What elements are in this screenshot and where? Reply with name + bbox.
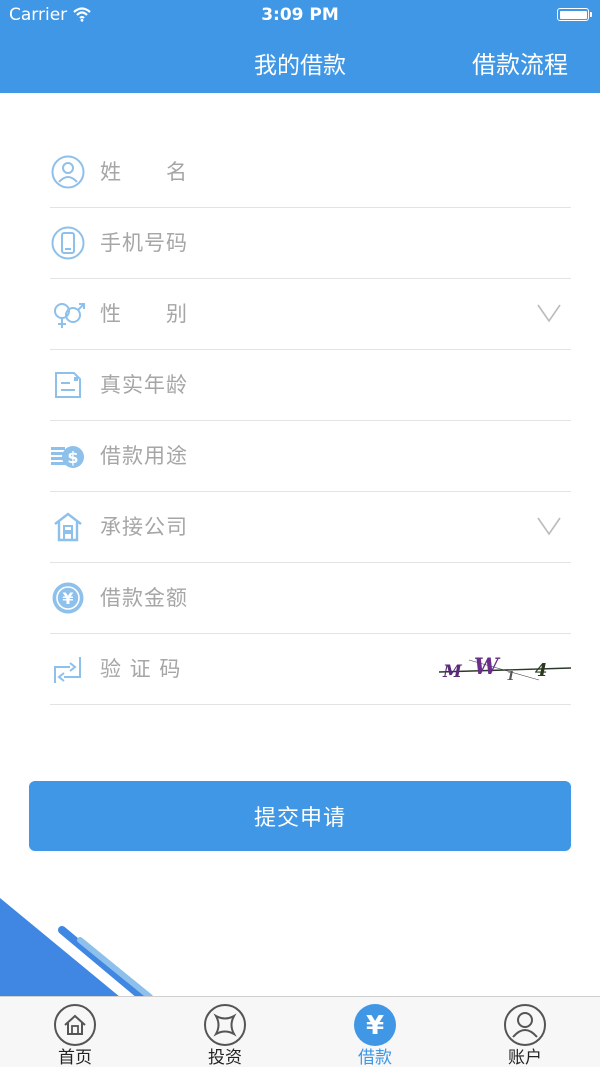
tab-home-label: 首页	[58, 1048, 92, 1068]
tab-account-label: 账户	[508, 1048, 542, 1068]
gender-placeholder: 性 别	[100, 302, 188, 326]
name-placeholder: 姓 名	[100, 160, 188, 184]
loan-form: 姓 名 手机号码 性 别 真实年龄 $ 借款用途 承接公司 ¥ 借款金额 验 证…	[50, 137, 571, 705]
company-icon	[54, 512, 82, 542]
account-icon	[504, 1004, 546, 1046]
yen-icon: ¥	[354, 1004, 396, 1046]
captcha-placeholder: 验 证 码	[100, 657, 182, 681]
gender-select[interactable]: 性 别	[50, 279, 571, 350]
company-select[interactable]: 承接公司	[50, 492, 571, 563]
clock: 3:09 PM	[261, 5, 339, 25]
tab-invest-label: 投资	[208, 1048, 242, 1068]
tab-loan-label: 借款	[358, 1048, 392, 1068]
phone-icon	[51, 226, 85, 260]
submit-button[interactable]: 提交申请	[29, 781, 571, 851]
age-placeholder: 真实年龄	[100, 373, 188, 397]
company-placeholder: 承接公司	[100, 515, 188, 539]
svg-text:$: $	[67, 448, 78, 467]
header-bar: Carrier 3:09 PM 我的借款 借款流程	[0, 0, 600, 93]
loan-flow-link[interactable]: 借款流程	[472, 45, 568, 80]
status-bar: Carrier 3:09 PM	[0, 0, 600, 30]
decorative-stripes	[0, 898, 153, 997]
chevron-down-icon	[537, 304, 561, 323]
svg-text:¥: ¥	[62, 589, 73, 608]
gender-icon	[54, 303, 85, 328]
tab-loan[interactable]: ¥ 借款	[300, 997, 450, 1068]
svg-text:¥: ¥	[366, 1011, 384, 1041]
tab-bar: 首页 投资 ¥ 借款 账户	[0, 996, 600, 1068]
loan-amount-field[interactable]: ¥ 借款金额	[50, 563, 571, 634]
coins-icon: $	[51, 446, 84, 468]
tab-home[interactable]: 首页	[0, 997, 150, 1068]
name-field[interactable]: 姓 名	[50, 137, 571, 208]
invest-icon	[204, 1004, 246, 1046]
loan-purpose-placeholder: 借款用途	[100, 444, 188, 468]
phone-field[interactable]: 手机号码	[50, 208, 571, 279]
loan-purpose-field[interactable]: $ 借款用途	[50, 421, 571, 492]
battery-icon	[557, 8, 592, 21]
id-card-icon	[55, 372, 81, 398]
loan-amount-placeholder: 借款金额	[100, 586, 188, 610]
chevron-down-icon	[537, 517, 561, 536]
age-field[interactable]: 真实年龄	[50, 350, 571, 421]
user-icon	[51, 155, 85, 189]
tab-invest[interactable]: 投资	[150, 997, 300, 1068]
tab-account[interactable]: 账户	[450, 997, 600, 1068]
captcha-field[interactable]: 验 证 码 MW14	[50, 634, 571, 705]
yen-icon: ¥	[52, 582, 84, 614]
phone-placeholder: 手机号码	[100, 231, 188, 255]
home-icon	[54, 1004, 96, 1046]
refresh-icon	[54, 657, 81, 683]
captcha-image[interactable]: MW14	[439, 650, 571, 684]
